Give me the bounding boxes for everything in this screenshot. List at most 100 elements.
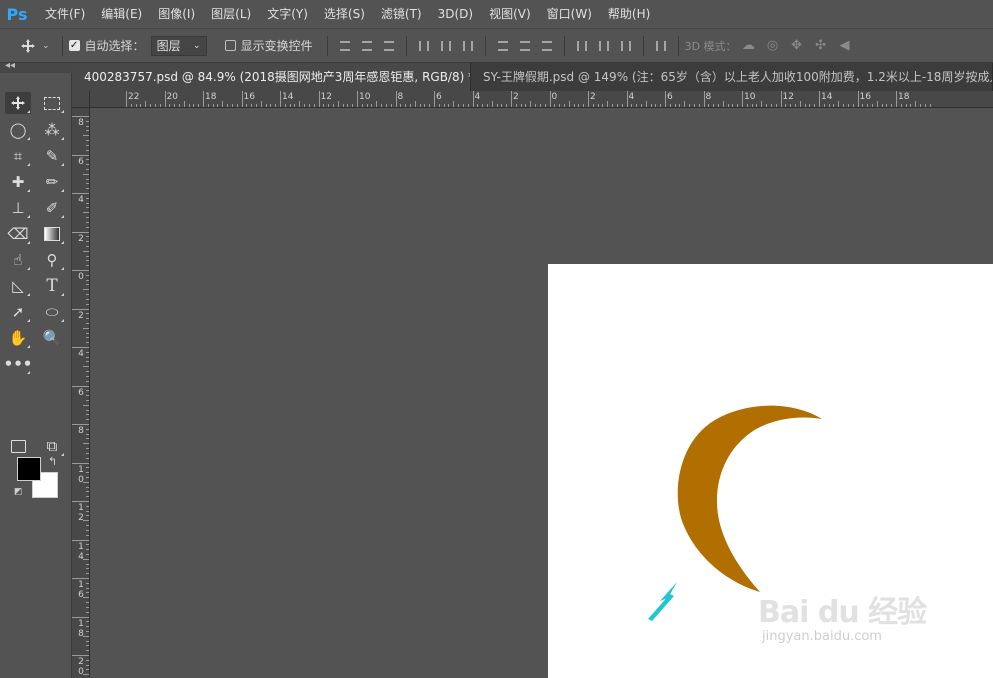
screen-mode-button[interactable]: ⧉	[39, 435, 65, 457]
distribute-top-icon[interactable]	[496, 39, 510, 53]
ruler-major-tick	[72, 154, 89, 156]
ruler-origin[interactable]	[72, 91, 90, 108]
ruler-minor-tick	[86, 351, 89, 353]
hand-tool[interactable]: ✋	[5, 327, 31, 349]
ruler-minor-tick	[828, 104, 830, 107]
path-selection-tool[interactable]: ➚	[5, 301, 31, 323]
auto-select-option[interactable]: ✓ 自动选择：	[68, 28, 145, 63]
quick-selection-tool[interactable]: ⁂	[39, 119, 65, 141]
lasso-tool[interactable]: ◯	[5, 119, 31, 141]
gradient-tool[interactable]	[39, 223, 65, 245]
ruler-major-tick	[819, 91, 820, 107]
edit-toolbar-button[interactable]: •••	[4, 353, 32, 375]
type-tool[interactable]: T	[39, 275, 65, 297]
ruler-minor-tick	[86, 505, 89, 507]
ruler-minor-tick	[621, 104, 623, 107]
smudge-tool[interactable]: ☝	[5, 249, 31, 271]
menu-type[interactable]: 文字(Y)	[259, 0, 316, 28]
clone-stamp-tool[interactable]: ⊥	[5, 197, 31, 219]
3d-scale-icon[interactable]: ◀	[837, 38, 853, 53]
ruler-minor-tick	[86, 356, 89, 358]
ellipse-tool[interactable]: ⬭	[39, 301, 65, 323]
ruler-minor-tick	[86, 303, 89, 305]
healing-brush-tool[interactable]: ✚	[5, 171, 31, 193]
ruler-major-tick	[511, 91, 512, 107]
menu-window[interactable]: 窗口(W)	[539, 0, 600, 28]
distribute-vertical-center-icon[interactable]	[518, 39, 532, 53]
ruler-minor-tick	[294, 104, 296, 107]
distribute-right-icon[interactable]	[619, 39, 633, 53]
show-transform-checkbox[interactable]	[224, 40, 236, 51]
brush-tool[interactable]: ✏	[39, 171, 65, 193]
ruler-major-tick	[241, 91, 243, 107]
menu-file[interactable]: 文件(F)	[37, 0, 93, 28]
align-bottom-icon[interactable]	[382, 39, 396, 53]
vertical-ruler[interactable]: 864202468101214161820	[72, 108, 90, 678]
dodge-tool[interactable]: ⚲	[39, 249, 65, 271]
history-brush-tool[interactable]: ✐	[39, 197, 65, 219]
menu-layer[interactable]: 图层(L)	[203, 0, 259, 28]
tab-document-1[interactable]: 400283757.psd @ 84.9% (2018摄图网地产3周年感恩钜惠,…	[72, 63, 471, 91]
move-tool-preset[interactable]: ⌄	[20, 28, 50, 63]
align-left-icon[interactable]	[417, 39, 431, 53]
auto-select-target-dropdown[interactable]: 图层 ⌄	[150, 35, 207, 56]
auto-select-checkbox[interactable]: ✓	[68, 40, 80, 51]
ruler-major-tick	[72, 462, 89, 464]
ruler-minor-tick	[86, 419, 89, 421]
ruler-minor-tick	[751, 104, 753, 107]
distribute-left-icon[interactable]	[575, 39, 589, 53]
3d-roll-icon[interactable]: ◎	[765, 38, 781, 53]
ruler-minor-tick	[86, 274, 89, 276]
menu-image[interactable]: 图像(I)	[150, 0, 203, 28]
ruler-minor-tick	[86, 525, 89, 527]
ruler-label: 6	[436, 92, 442, 102]
menu-view[interactable]: 视图(V)	[481, 0, 539, 28]
align-horizontal-center-icon[interactable]	[439, 39, 453, 53]
distribute-horizontal-center-icon[interactable]	[597, 39, 611, 53]
eraser-tool[interactable]: ⌫	[5, 223, 31, 245]
crop-tool[interactable]: ⌗	[5, 145, 31, 167]
move-icon	[21, 38, 35, 53]
move-tool[interactable]	[5, 92, 31, 114]
foreground-color-swatch[interactable]	[17, 457, 41, 481]
3d-orbit-icon[interactable]: ☁	[741, 38, 757, 53]
ruler-label: 14	[282, 92, 294, 102]
ruler-minor-tick	[342, 104, 344, 107]
quick-mask-button[interactable]	[5, 435, 31, 457]
ruler-minor-tick	[429, 104, 431, 107]
menu-help[interactable]: 帮助(H)	[600, 0, 658, 28]
align-vertical-center-icon[interactable]	[360, 39, 374, 53]
ruler-minor-tick	[86, 650, 89, 652]
ruler-major-tick	[318, 91, 320, 107]
panel-collapse-strip[interactable]: ◂◂	[0, 60, 72, 73]
ruler-minor-tick	[86, 178, 89, 180]
distribute-bottom-icon[interactable]	[540, 39, 554, 53]
3d-slide-icon[interactable]: ✣	[813, 38, 829, 53]
eyedropper-tool[interactable]: ✎	[39, 145, 65, 167]
auto-align-layers-icon[interactable]	[654, 39, 668, 53]
show-transform-option[interactable]: 显示变换控件	[224, 28, 313, 63]
ruler-minor-tick	[86, 582, 89, 584]
ruler-minor-tick	[86, 120, 89, 122]
menu-3d[interactable]: 3D(D)	[430, 0, 481, 28]
ruler-minor-tick	[86, 486, 89, 488]
ruler-label: 6	[667, 92, 673, 102]
menu-edit[interactable]: 编辑(E)	[93, 0, 150, 28]
ruler-major-tick	[72, 655, 89, 656]
pen-tool[interactable]: ◺	[5, 275, 31, 297]
menu-select[interactable]: 选择(S)	[316, 0, 373, 28]
align-top-icon[interactable]	[338, 39, 352, 53]
crescent-moon-shape[interactable]	[677, 405, 822, 592]
ruler-minor-tick	[86, 241, 89, 243]
3d-drag-icon[interactable]: ✥	[789, 38, 805, 53]
marquee-tool[interactable]	[39, 92, 65, 114]
baidu-watermark: Bai du 经验 jingyan.baidu.com	[758, 587, 927, 644]
horizontal-ruler[interactable]: 22 20 18 16 14 12 10 8 6 4 2 0 2 4 6 8 10 12 14 16 18	[90, 91, 993, 108]
tab-document-2[interactable]: SY-王牌假期.psd @ 149% (注：65岁（含）以上老人加收100附加费…	[471, 63, 993, 91]
align-right-icon[interactable]	[461, 39, 475, 53]
menu-filter[interactable]: 滤镜(T)	[373, 0, 430, 28]
default-colors-icon[interactable]: ◩	[14, 487, 23, 497]
ruler-minor-tick	[83, 520, 89, 522]
ruler-minor-tick	[698, 104, 700, 107]
zoom-tool[interactable]: 🔍	[39, 327, 65, 349]
